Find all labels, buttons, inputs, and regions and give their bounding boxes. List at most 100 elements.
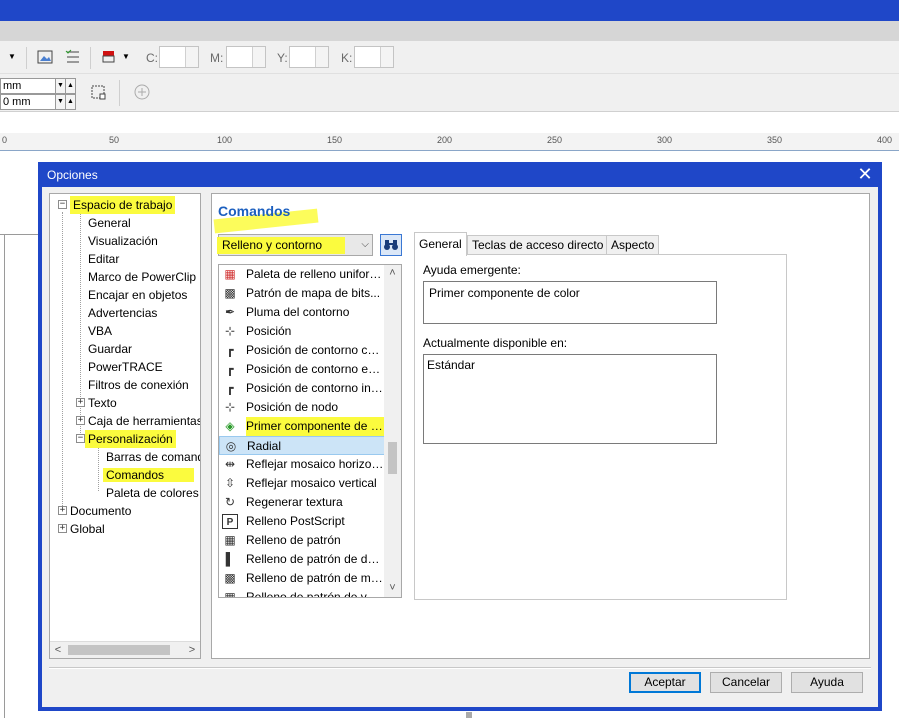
dropdown-arrow-icon[interactable]: ▼ [8,48,26,66]
tree-item-barras-comandos[interactable]: Barras de comandos [106,448,200,466]
node-position-icon: ⊹ [224,400,236,414]
dropdown-arrow-icon[interactable]: ▼ [122,48,140,66]
tree-item-filtros[interactable]: Filtros de conexión [88,376,189,394]
list-item[interactable]: ┏ Posición de contorno exterior [219,360,385,379]
list-item[interactable]: ⇳ Reflejar mosaico vertical [219,474,385,493]
spin-down-icon[interactable]: ▼ [55,95,65,109]
scrollbar-thumb[interactable] [68,645,170,655]
list-item[interactable]: ◈ Primer componente de color [219,417,385,436]
list-item[interactable]: ▦ Relleno de patrón [219,531,385,550]
tree-item-label: Espacio de trabajo [70,196,176,214]
chevron-down-icon: ⌵ [361,239,369,250]
collapse-icon[interactable]: − [76,434,85,443]
list-item[interactable]: ↻ Regenerar textura [219,493,385,512]
scroll-down-icon[interactable]: ˅ [384,580,401,597]
tab-label: General [419,237,462,251]
cmyk-y-label: Y: [277,51,288,65]
collapse-icon[interactable]: − [58,200,67,209]
tree-item-guardar[interactable]: Guardar [88,340,132,358]
add-icon[interactable] [133,83,151,101]
expand-icon[interactable]: + [76,416,85,425]
list-item[interactable]: P Relleno PostScript [219,512,385,531]
tree-item-advertencias[interactable]: Advertencias [88,304,157,322]
scroll-up-icon[interactable]: ˄ [384,265,401,282]
page-border [0,234,38,235]
canvas-scroll-stub [466,712,472,718]
expand-icon[interactable]: + [76,398,85,407]
options-tree[interactable]: − Espacio de trabajo General Visualizaci… [49,193,201,659]
scroll-right-icon[interactable]: > [184,643,200,658]
tree-item-label: Marco de PowerClip [88,270,197,284]
category-select-value: Relleno y contorno [222,238,323,252]
horizontal-ruler[interactable]: 0 50 100 150 200 250 300 350 400 [0,133,899,151]
list-item[interactable]: ▩ Relleno de patrón de mapa de bits [219,569,385,588]
list-item[interactable]: ▦ Paleta de relleno uniforme [219,265,385,284]
accept-button[interactable]: Aceptar [629,672,701,693]
commands-list[interactable]: ▦ Paleta de relleno uniforme ▩ Patrón de m… [218,264,402,598]
list-item[interactable]: ┏ Posición de contorno interior [219,379,385,398]
cmyk-y-input[interactable] [289,46,329,68]
spin-up-icon[interactable]: ▲ [65,95,75,109]
ruler-label: 0 [2,135,8,145]
tree-item-visualizacion[interactable]: Visualización [88,232,158,250]
close-icon[interactable]: ✕ [854,163,876,185]
commands-vertical-scrollbar[interactable]: ˄ ˅ [384,265,401,597]
tree-item-label: Documento [70,504,132,518]
spin-up-icon[interactable]: ▲ [65,79,75,93]
tree-item-powertrace[interactable]: PowerTRACE [88,358,163,376]
fill-bucket-icon[interactable] [100,48,118,66]
cmyk-c-input[interactable] [159,46,199,68]
tree-item-paleta-colores[interactable]: Paleta de colores [106,484,199,502]
help-button[interactable]: Ayuda [791,672,863,693]
color-component-icon: ◈ [225,419,235,433]
dialog-body: − Espacio de trabajo General Visualizaci… [42,187,878,707]
list-item[interactable]: ⇹ Reflejar mosaico horizontal [219,455,385,474]
scroll-left-icon[interactable]: < [50,643,66,658]
tree-item-comandos[interactable]: Comandos [103,466,195,484]
cmyk-c-label: C: [146,51,158,65]
checklist-icon[interactable] [64,48,82,66]
list-item[interactable]: ▦ Relleno de patrón de vectores [219,588,385,597]
list-item-label: Regenerar textura [246,495,343,509]
tree-item-label: General [88,216,131,230]
width-field[interactable]: mm ▼ ▲ [0,78,76,94]
cmyk-m-input[interactable] [226,46,266,68]
list-item[interactable]: ⊹ Posición de nodo [219,398,385,417]
expand-icon[interactable]: + [58,506,67,515]
list-item[interactable]: ┏ Posición de contorno centrado [219,341,385,360]
tab-aspecto[interactable]: Aspecto [606,235,660,255]
available-in-list[interactable]: Estándar [423,354,717,444]
list-item[interactable]: ✒ Pluma del contorno [219,303,385,322]
category-select[interactable]: Relleno y contorno ⌵ [217,234,373,256]
cmyk-m-label: M: [210,51,224,65]
list-item[interactable]: ▌ Relleno de patrón de dos colores [219,550,385,569]
property-toolbar: ▼ ▼ C: M: Y: K: [0,41,899,74]
cmyk-k-input[interactable] [354,46,394,68]
height-field[interactable]: 0 mm ▼ ▲ [0,94,76,110]
tree-item-general[interactable]: General [88,214,131,232]
image-icon[interactable] [36,48,54,66]
spin-down-icon[interactable]: ▼ [55,79,65,93]
list-item[interactable]: ⊹ Posición [219,322,385,341]
list-item[interactable]: ▩ Patrón de mapa de bits... [219,284,385,303]
scrollbar-thumb[interactable] [388,442,397,474]
list-item-selected[interactable]: ◎ Radial [219,436,385,455]
list-item-label: Relleno de patrón de mapa de bits [246,571,384,585]
tree-item-vba[interactable]: VBA [88,322,112,340]
tooltip-field[interactable]: Primer componente de color [423,281,717,324]
tab-teclas-acceso[interactable]: Teclas de acceso directo [467,235,609,255]
transform-icon[interactable] [89,83,107,101]
cancel-button[interactable]: Cancelar [710,672,782,693]
tab-page-general: Ayuda emergente: Primer componente de co… [414,254,787,600]
tree-item-editar[interactable]: Editar [88,250,119,268]
tree-item-encajar[interactable]: Encajar en objetos [88,286,187,304]
list-item-label: Posición de contorno centrado [246,343,384,357]
expand-icon[interactable]: + [58,524,67,533]
list-item-label: Posición de contorno exterior [246,362,384,376]
tree-item-label: Editar [88,252,120,266]
tree-item-label: Texto [88,396,117,410]
tree-horizontal-scrollbar[interactable]: < > [50,641,200,658]
tab-general[interactable]: General [414,232,467,256]
tree-item-marco-powerclip[interactable]: Marco de PowerClip [88,268,196,286]
binoculars-icon[interactable] [380,234,402,256]
